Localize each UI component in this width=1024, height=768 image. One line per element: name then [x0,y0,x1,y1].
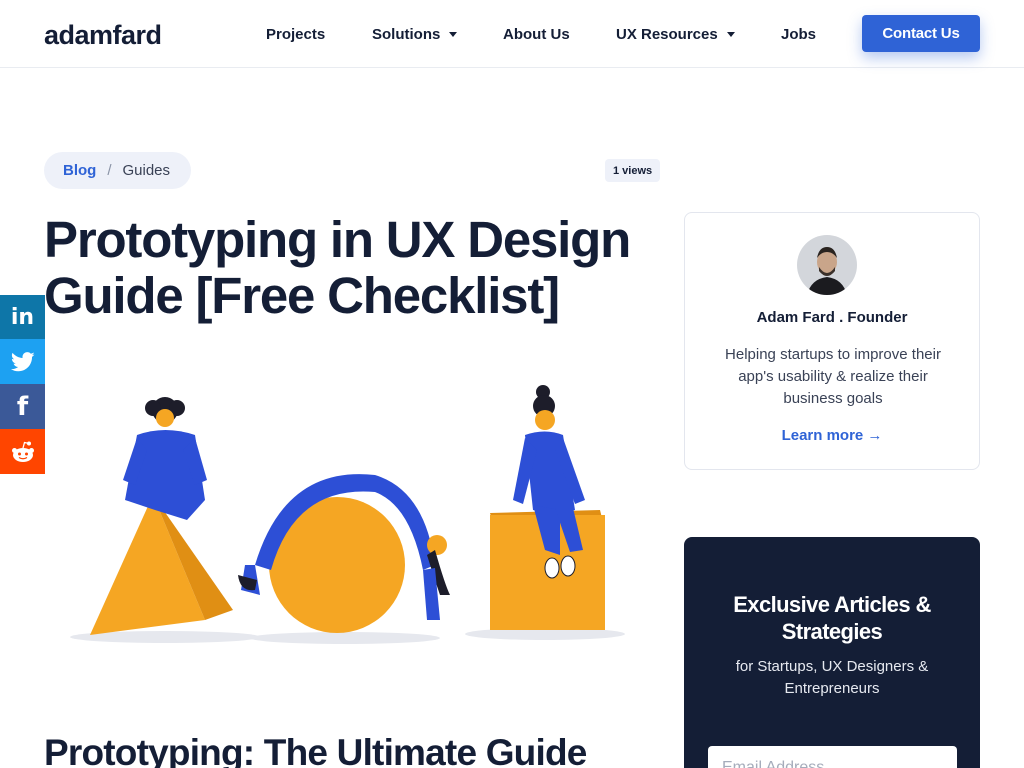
article-subheading: Prototyping: The Ultimate Guide [44,732,587,768]
chevron-down-icon [726,31,735,37]
nav-projects-label: Projects [266,25,326,43]
author-description: Helping startups to improve their app's … [725,346,941,407]
nav-solutions-label: Solutions [372,25,441,43]
facebook-icon: f [16,391,29,422]
nav-jobs-label: Jobs [781,25,817,43]
author-name: Adam Fard . Founder [756,309,908,326]
learn-more-link[interactable]: Learn more → [685,427,979,444]
nav-ux-resources[interactable]: UX Resources [616,0,735,68]
views-count-badge: 1 views [605,159,661,182]
facebook-share-button[interactable]: f [0,384,45,429]
breadcrumb-separator: / [107,162,112,179]
site-logo[interactable]: adamfard [44,20,162,51]
linkedin-share-button[interactable]: in [0,295,45,340]
nav-ux-resources-label: UX Resources [616,25,718,43]
nav-about-us[interactable]: About Us [503,0,570,68]
breadcrumb: Blog / Guides [44,152,191,189]
nav-jobs[interactable]: Jobs [781,0,816,68]
chevron-down-icon [449,31,458,37]
nav-projects[interactable]: Projects [266,0,325,68]
breadcrumb-current[interactable]: Guides [123,162,171,179]
nav-about-us-label: About Us [503,25,570,43]
newsletter-subtitle: for Startups, UX Designers & Entrepreneu… [735,658,929,697]
nav-solutions[interactable]: Solutions [372,0,458,68]
reddit-icon [11,441,34,462]
twitter-icon [10,351,35,371]
email-field[interactable] [708,746,957,768]
article-title: Prototyping in UX Design Guide [Free Che… [44,211,631,324]
contact-us-button[interactable]: Contact Us [862,15,980,52]
linkedin-icon: in [10,305,35,330]
twitter-share-button[interactable] [0,339,45,384]
site-header: adamfard Projects Solutions About Us UX … [0,0,1024,68]
figure-kneeling [123,397,207,520]
hero-illustration [70,385,625,644]
author-card: Adam Fard . Founder Helping startups to … [684,212,980,470]
breadcrumb-blog-link[interactable]: Blog [63,162,96,179]
author-photo [797,235,857,295]
author-avatar [797,235,857,295]
newsletter-title: Exclusive Articles & Strategies [733,592,931,644]
newsletter-box: Exclusive Articles & Strategies for Star… [684,537,980,768]
reddit-share-button[interactable] [0,429,45,474]
